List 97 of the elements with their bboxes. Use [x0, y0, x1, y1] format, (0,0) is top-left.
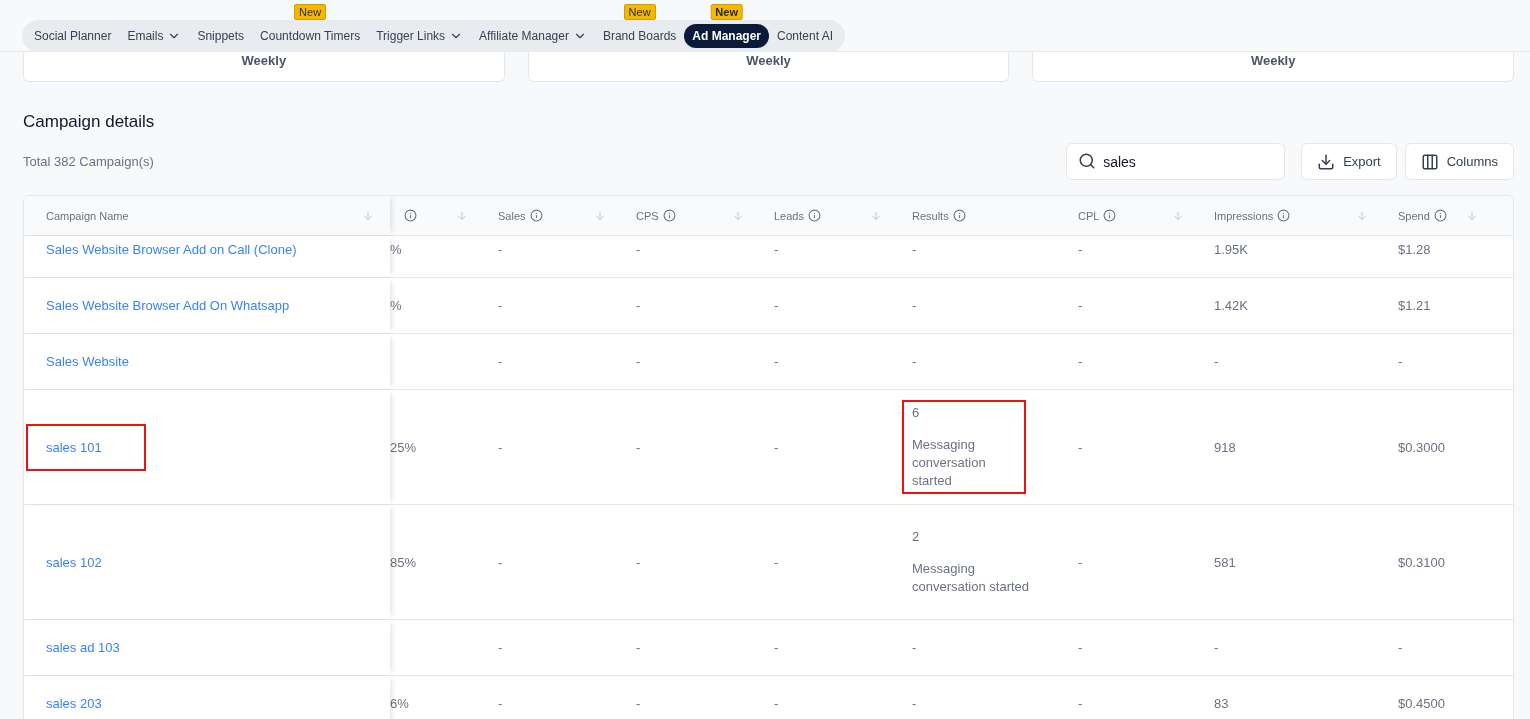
table-cell: -: [774, 640, 779, 655]
column-label: Results: [912, 209, 949, 222]
table-cell: %: [390, 242, 402, 257]
table-cell: -: [1398, 640, 1403, 655]
sort-arrow-icon[interactable]: [732, 209, 744, 222]
sort-arrow-icon[interactable]: [870, 209, 882, 222]
nav-tab[interactable]: Trigger Links: [368, 24, 472, 48]
nav-tab[interactable]: Affiliate Manager: [471, 24, 595, 48]
table-cell: -: [1078, 554, 1083, 570]
column-label: Leads: [774, 209, 804, 222]
table-cell: -: [912, 298, 917, 313]
nav-tab[interactable]: Social Planner: [26, 24, 120, 48]
table-cell: -: [774, 298, 779, 313]
columns-icon: [1420, 152, 1439, 171]
table-cell: -: [912, 640, 917, 655]
table-cell: -: [912, 242, 917, 257]
campaign-total: Total 382 Campaign(s): [23, 154, 155, 169]
campaign-link[interactable]: sales ad 103: [46, 640, 120, 655]
table-cell: -: [774, 242, 779, 257]
search-icon: [1078, 152, 1097, 170]
new-badge: New: [710, 4, 743, 20]
sort-arrow-icon[interactable]: [1356, 209, 1368, 222]
table-cell: -: [498, 242, 503, 257]
table-cell: 25%: [390, 439, 417, 455]
results-cell: 6 Messaging conversation started: [902, 400, 1026, 494]
campaign-link[interactable]: sales 102: [46, 554, 102, 570]
search-field[interactable]: sales: [1066, 143, 1286, 180]
table-cell: 1.95K: [1214, 242, 1248, 257]
table-cell: -: [636, 242, 641, 257]
table-cell: $0.3000: [1398, 439, 1445, 455]
table-cell: -: [912, 696, 917, 711]
table-cell: -: [498, 554, 503, 570]
table-cell: -: [774, 439, 779, 455]
table-cell: -: [1078, 298, 1083, 313]
table-cell: $0.4500: [1398, 696, 1445, 711]
sort-arrow-icon[interactable]: [594, 209, 606, 222]
table-cell: $1.21: [1398, 298, 1431, 313]
table-cell: -: [636, 354, 641, 369]
table-cell: $1.28: [1398, 242, 1431, 257]
table-cell: 83: [1214, 696, 1229, 711]
new-badge: New: [294, 4, 327, 20]
table-cell: -: [774, 696, 779, 711]
card-period: Weekly: [1250, 53, 1296, 68]
table-cell: 6%: [390, 696, 409, 711]
sort-arrow-icon[interactable]: [1466, 209, 1478, 222]
table-cell: -: [1214, 640, 1219, 655]
table-cell: 918: [1214, 439, 1236, 455]
table-cell: -: [636, 696, 641, 711]
table-cell: -: [636, 439, 641, 455]
campaign-link[interactable]: Sales Website: [46, 354, 129, 369]
column-label: Spend: [1398, 209, 1430, 222]
table-cell: 581: [1214, 554, 1236, 570]
column-label: CPS: [636, 209, 659, 222]
campaign-link[interactable]: Sales Website Browser Add On Whatsapp: [46, 298, 290, 313]
results-cell-text: 2 Messaging conversation started: [912, 528, 1031, 596]
table-cell: -: [636, 298, 641, 313]
nav-tab[interactable]: Content AI: [769, 24, 842, 48]
section-title: Campaign details: [23, 112, 156, 132]
campaign-link[interactable]: sales 101: [26, 423, 146, 471]
new-badge: New: [623, 4, 656, 20]
table-cell: -: [1078, 354, 1083, 369]
column-label: CPL: [1078, 209, 1100, 222]
nav-tab[interactable]: Snippets: [189, 24, 253, 48]
table-cell: %: [390, 298, 402, 313]
sort-arrow-icon[interactable]: [1172, 209, 1184, 222]
table-cell: -: [1078, 640, 1083, 655]
sort-arrow-icon[interactable]: [456, 209, 468, 222]
download-icon: [1317, 152, 1336, 171]
table-cell: -: [498, 439, 503, 455]
table-cell: 1.42K: [1214, 298, 1248, 313]
table-cell: -: [636, 640, 641, 655]
table-cell: 85%: [390, 554, 417, 570]
column-label: Sales: [498, 209, 526, 222]
table-cell: -: [498, 696, 503, 711]
table-cell: -: [1078, 439, 1083, 455]
table-cell: -: [774, 554, 779, 570]
table-cell: -: [1078, 242, 1083, 257]
columns-button[interactable]: Columns: [1404, 143, 1514, 180]
table-cell: -: [498, 640, 503, 655]
table-cell: -: [912, 354, 917, 369]
campaign-link[interactable]: sales 203: [46, 696, 102, 711]
card-period: Weekly: [241, 53, 287, 68]
column-label: Campaign Name: [46, 209, 129, 222]
nav-tab[interactable]: Emails: [119, 24, 190, 48]
table-cell: -: [1214, 354, 1219, 369]
table-cell: -: [1078, 696, 1083, 711]
table-cell: -: [774, 354, 779, 369]
sort-arrow-icon[interactable]: [362, 209, 374, 222]
table-cell: -: [636, 554, 641, 570]
table-cell: -: [1398, 354, 1403, 369]
table-cell: -: [498, 354, 503, 369]
card-period: Weekly: [746, 53, 791, 68]
export-button[interactable]: Export: [1301, 143, 1397, 180]
table-cell: -: [498, 298, 503, 313]
campaign-link[interactable]: Sales Website Browser Add on Call (Clone): [46, 242, 297, 257]
column-label: Impressions: [1214, 209, 1274, 222]
table-cell: $0.3100: [1398, 554, 1445, 570]
